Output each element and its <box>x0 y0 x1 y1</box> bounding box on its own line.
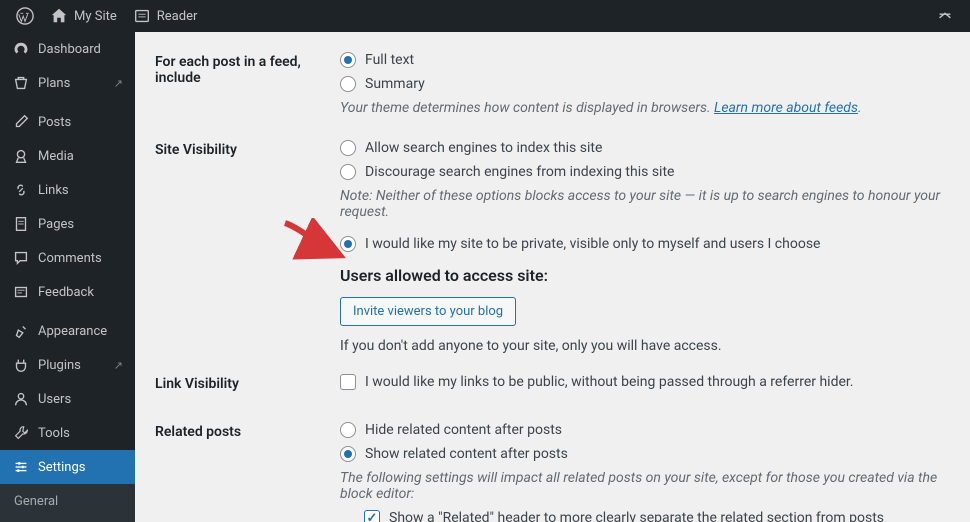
sidebar-item-posts[interactable]: Posts <box>0 105 135 139</box>
related-show-header[interactable]: Show a "Related" header to more clearly … <box>364 510 950 522</box>
sidebar-item-settings[interactable]: Settings <box>0 450 135 484</box>
sidebar-item-label: Pages <box>38 217 74 232</box>
checkbox-label: Show a "Related" header to more clearly … <box>389 510 884 522</box>
media-icon <box>12 147 30 165</box>
comments-icon <box>12 249 30 267</box>
submenu-writing[interactable]: Writing <box>0 515 135 522</box>
sidebar-item-label: Appearance <box>38 324 107 339</box>
pages-icon <box>12 215 30 233</box>
link-visibility-label: Link Visibility <box>155 374 340 392</box>
sidebar-item-users[interactable]: Users <box>0 382 135 416</box>
sidebar-item-label: Feedback <box>38 285 94 300</box>
house-icon <box>50 7 68 25</box>
settings-submenu: General Writing Reading Discussion <box>0 484 135 522</box>
link-visibility-option[interactable]: I would like my links to be public, with… <box>340 374 950 390</box>
sidebar-item-plans[interactable]: Plans ↗ <box>0 66 135 100</box>
radio-icon <box>340 422 356 438</box>
wp-logo-menu[interactable] <box>8 0 42 32</box>
reader-link[interactable]: Reader <box>125 0 206 32</box>
visibility-option-allow[interactable]: Allow search engines to index this site <box>340 140 950 156</box>
checkbox-icon <box>364 510 380 522</box>
plans-icon <box>12 74 30 92</box>
invite-note: If you don't add anyone to your site, on… <box>340 338 950 354</box>
related-posts-label: Related posts <box>155 422 340 440</box>
settings-icon <box>12 458 30 476</box>
my-site-label: My Site <box>74 9 117 24</box>
feed-label: For each post in a feed, include <box>155 52 340 86</box>
sidebar-item-label: Comments <box>38 251 102 266</box>
radio-icon <box>340 236 356 252</box>
sidebar-item-label: Posts <box>38 115 71 130</box>
sidebar-item-label: Tools <box>38 426 70 441</box>
sidebar-item-dashboard[interactable]: Dashboard <box>0 32 135 66</box>
sidebar-item-links[interactable]: Links <box>0 173 135 207</box>
sidebar-item-feedback[interactable]: Feedback <box>0 275 135 309</box>
related-posts-section: Related posts Hide related content after… <box>155 422 950 522</box>
sidebar-item-plugins[interactable]: Plugins ↗ <box>0 348 135 382</box>
external-icon: ↗ <box>114 359 123 372</box>
feed-section: For each post in a feed, include Full te… <box>155 52 950 116</box>
learn-more-feeds-link[interactable]: Learn more about feeds <box>714 100 858 116</box>
radio-icon <box>340 76 356 92</box>
sidebar-item-label: Links <box>38 183 69 198</box>
sidebar-item-label: Plugins <box>38 358 81 373</box>
radio-label: Allow search engines to index this site <box>365 140 602 156</box>
radio-icon <box>340 446 356 462</box>
radio-label: Full text <box>365 52 414 68</box>
topbar-collapse[interactable] <box>928 0 962 32</box>
radio-label: Hide related content after posts <box>365 422 562 438</box>
radio-label: I would like my site to be private, visi… <box>365 236 820 252</box>
sidebar-item-label: Media <box>38 149 74 164</box>
invite-viewers-button[interactable]: Invite viewers to your blog <box>340 297 516 326</box>
sidebar-item-label: Users <box>38 392 71 407</box>
external-icon: ↗ <box>114 77 123 90</box>
visibility-option-discourage[interactable]: Discourage search engines from indexing … <box>340 164 950 180</box>
users-allowed-heading: Users allowed to access site: <box>340 266 950 285</box>
link-visibility-section: Link Visibility I would like my links to… <box>155 374 950 398</box>
reader-label: Reader <box>157 9 198 24</box>
submenu-general[interactable]: General <box>0 488 135 515</box>
sidebar-item-appearance[interactable]: Appearance <box>0 314 135 348</box>
sidebar-item-label: Settings <box>38 460 85 475</box>
dashboard-icon <box>12 40 30 58</box>
sidebar-item-comments[interactable]: Comments <box>0 241 135 275</box>
radio-label: Discourage search engines from indexing … <box>365 164 674 180</box>
reader-icon <box>133 7 151 25</box>
visibility-label: Site Visibility <box>155 140 340 158</box>
visibility-note: Note: Neither of these options blocks ac… <box>340 188 950 220</box>
feedback-icon <box>12 283 30 301</box>
tools-icon <box>12 424 30 442</box>
radio-icon <box>340 140 356 156</box>
sidebar-item-tools[interactable]: Tools <box>0 416 135 450</box>
radio-icon <box>340 164 356 180</box>
wordpress-logo-icon <box>16 7 34 25</box>
admin-sidebar: Dashboard Plans ↗ Posts Media Links Page… <box>0 32 135 522</box>
sidebar-item-label: Dashboard <box>38 42 101 57</box>
sidebar-item-media[interactable]: Media <box>0 139 135 173</box>
related-option-show[interactable]: Show related content after posts <box>340 446 950 462</box>
my-site-link[interactable]: My Site <box>42 0 125 32</box>
radio-label: Summary <box>365 76 425 92</box>
related-option-hide[interactable]: Hide related content after posts <box>340 422 950 438</box>
users-icon <box>12 390 30 408</box>
radio-label: Show related content after posts <box>365 446 568 462</box>
checkbox-label: I would like my links to be public, with… <box>365 374 853 390</box>
sidebar-item-pages[interactable]: Pages <box>0 207 135 241</box>
collapse-icon <box>936 7 954 25</box>
checkbox-icon <box>340 374 356 390</box>
feed-option-full[interactable]: Full text <box>340 52 950 68</box>
admin-topbar: My Site Reader <box>0 0 970 32</box>
related-note: The following settings will impact all r… <box>340 470 950 502</box>
settings-content: For each post in a feed, include Full te… <box>135 32 970 522</box>
radio-icon <box>340 52 356 68</box>
feed-note: Your theme determines how content is dis… <box>340 100 950 116</box>
sidebar-item-label: Plans <box>38 76 70 91</box>
appearance-icon <box>12 322 30 340</box>
plugins-icon <box>12 356 30 374</box>
posts-icon <box>12 113 30 131</box>
feed-option-summary[interactable]: Summary <box>340 76 950 92</box>
links-icon <box>12 181 30 199</box>
visibility-option-private[interactable]: I would like my site to be private, visi… <box>340 236 950 252</box>
visibility-section: Site Visibility Allow search engines to … <box>155 140 950 354</box>
